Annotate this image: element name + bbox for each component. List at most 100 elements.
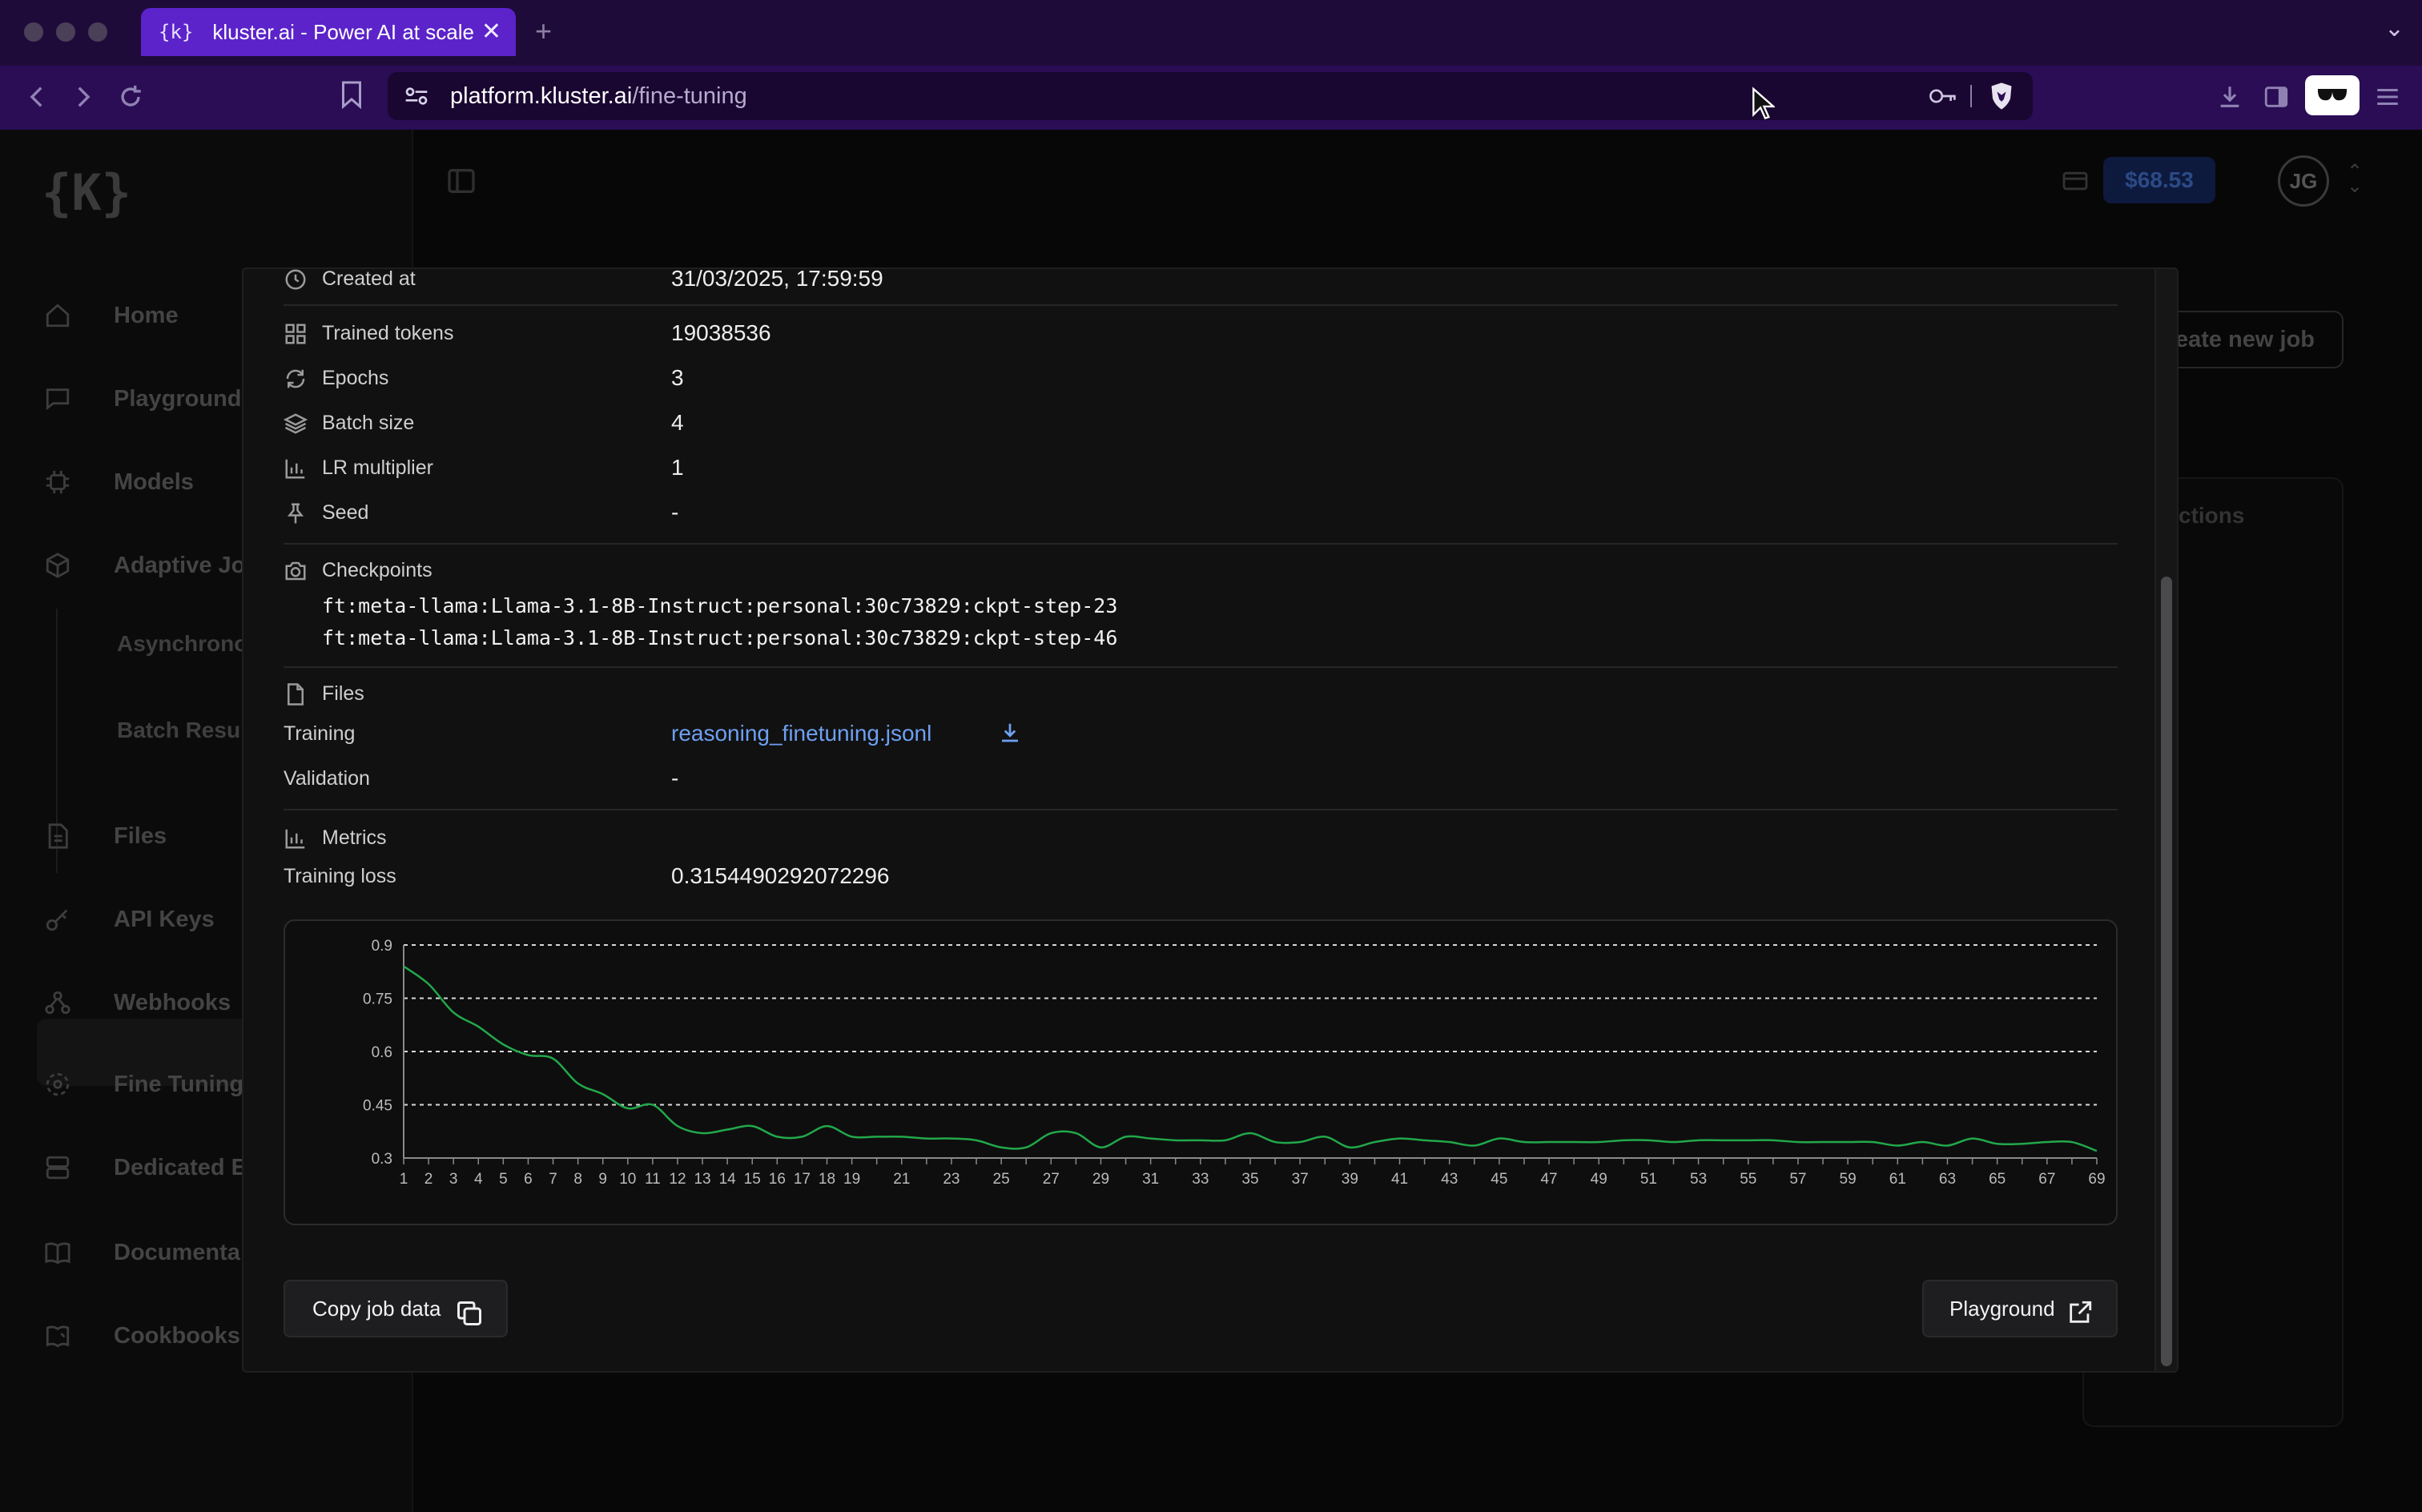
checkpoints-label: Checkpoints	[322, 559, 432, 581]
sidebar-subitem-asynchronous[interactable]: Asynchrono	[117, 631, 247, 657]
bar-chart-icon	[285, 459, 305, 479]
modal-scrollbar-thumb[interactable]	[2161, 577, 2172, 1366]
tab-close-icon[interactable]: ✕	[481, 18, 501, 46]
sidebar-item-adaptive-jobs[interactable]: Adaptive Jo	[40, 533, 245, 597]
sidebar-item-documentation[interactable]: Documenta	[40, 1220, 240, 1285]
sidebar-item-files[interactable]: Files	[40, 804, 167, 868]
x-tick-label: 15	[744, 1171, 761, 1188]
x-tick-label: 51	[1640, 1171, 1657, 1188]
book-icon	[45, 1242, 70, 1265]
divider	[284, 543, 2118, 545]
x-tick-label: 69	[2088, 1171, 2105, 1188]
trained-tokens-value: 19038536	[671, 320, 771, 345]
browser-tab-bar: {k} kluster.ai - Power AI at scale ✕ + ⌄	[0, 0, 2422, 66]
url-path: /fine-tuning	[632, 83, 747, 109]
validation-value: -	[671, 766, 679, 790]
copy-job-data-button[interactable]: Copy job data	[284, 1280, 508, 1337]
camera-icon	[285, 561, 306, 581]
forward-arrow-icon[interactable]	[69, 83, 96, 111]
sidebar-item-cookbooks[interactable]: Cookbooks	[40, 1304, 240, 1368]
sidebar-subitem-batch-results[interactable]: Batch Resul	[117, 718, 247, 743]
chevron-up-down-icon[interactable]: ⌃ ⌄	[2347, 163, 2363, 196]
kluster-logo[interactable]: {K}	[42, 163, 131, 222]
file-icon	[288, 683, 304, 706]
chat-icon	[46, 388, 70, 411]
tab-search-chevron-icon[interactable]: ⌄	[2384, 14, 2404, 42]
webhook-icon	[45, 991, 70, 1015]
window-close-button[interactable]	[24, 22, 43, 42]
new-tab-button[interactable]: +	[535, 14, 552, 48]
trained-tokens-row: Trained tokens 19038536	[284, 314, 2118, 354]
url-text[interactable]: platform.kluster.ai/fine-tuning	[450, 83, 747, 110]
epochs-label: Epochs	[322, 367, 389, 389]
sidebar-item-dedicated-endpoints[interactable]: Dedicated E	[40, 1136, 247, 1200]
created-at-row: Created at 31/03/2025, 17:59:59	[284, 267, 2118, 300]
validation-label: Validation	[284, 767, 370, 790]
cube-icon	[46, 553, 70, 578]
panel-toggle-icon[interactable]	[445, 165, 477, 197]
sidebar-item-label: API Keys	[114, 906, 215, 932]
pin-icon	[287, 503, 304, 524]
url-divider	[1970, 85, 1972, 107]
avatar[interactable]: JG	[2278, 155, 2329, 207]
x-tick-label: 67	[2038, 1171, 2055, 1188]
site-settings-icon[interactable]	[404, 85, 429, 107]
x-tick-label: 27	[1043, 1171, 1060, 1188]
refresh-icon	[286, 369, 305, 388]
leo-ai-button[interactable]	[2305, 75, 2360, 115]
brave-shield-icon[interactable]	[1988, 82, 2015, 111]
y-tick-label: 0.45	[363, 1098, 392, 1115]
metrics-header: Metrics	[284, 818, 2118, 859]
sidebar-item-playground[interactable]: Playground	[40, 367, 242, 431]
sidebar-item-api-keys[interactable]: API Keys	[40, 887, 215, 951]
downloads-icon[interactable]	[2215, 83, 2244, 111]
window-minimize-button[interactable]	[56, 22, 75, 42]
credit-balance[interactable]: $68.53	[2103, 157, 2215, 203]
trained-tokens-label: Trained tokens	[322, 322, 454, 344]
copy-icon	[457, 1301, 481, 1325]
x-tick-label: 41	[1391, 1171, 1408, 1188]
key-icon	[46, 909, 68, 931]
playground-button[interactable]: Playground	[1922, 1280, 2118, 1337]
bookmark-icon[interactable]	[340, 80, 364, 109]
metrics-label: Metrics	[322, 826, 387, 849]
batch-size-row: Batch size 4	[284, 404, 2118, 444]
training-file-link[interactable]: reasoning_finetuning.jsonl	[671, 721, 931, 746]
mouse-cursor-icon	[1752, 86, 1775, 120]
x-tick-label: 45	[1491, 1171, 1507, 1188]
server-icon	[46, 1156, 70, 1180]
sidebar-toggle-icon[interactable]	[2262, 83, 2291, 111]
sidebar-item-label: Playground	[114, 385, 242, 412]
created-at-value: 31/03/2025, 17:59:59	[671, 267, 883, 291]
checkpoint-item[interactable]: ft:meta-llama:Llama-3.1-8B-Instruct:pers…	[322, 594, 1117, 617]
password-key-icon[interactable]	[1929, 86, 1957, 106]
checkpoint-item[interactable]: ft:meta-llama:Llama-3.1-8B-Instruct:pers…	[322, 626, 1117, 649]
reload-icon[interactable]	[117, 83, 144, 111]
external-link-icon	[2070, 1301, 2092, 1323]
browser-tab[interactable]: {k} kluster.ai - Power AI at scale ✕	[141, 8, 516, 56]
x-tick-label: 11	[645, 1171, 661, 1188]
x-tick-label: 5	[499, 1171, 508, 1188]
lr-multiplier-value: 1	[671, 455, 684, 480]
sidebar-item-home[interactable]: Home	[40, 284, 179, 348]
x-tick-label: 65	[1989, 1171, 2006, 1188]
training-label: Training	[284, 722, 356, 745]
validation-file-row: Validation -	[284, 759, 2118, 799]
address-bar[interactable]: platform.kluster.ai/fine-tuning	[388, 72, 2033, 120]
x-tick-label: 7	[549, 1171, 557, 1188]
files-header: Files	[284, 674, 2118, 714]
sidebar-item-label: Adaptive Jo	[114, 552, 246, 578]
sidebar-item-models[interactable]: Models	[40, 450, 194, 514]
epochs-value: 3	[671, 365, 684, 390]
download-icon[interactable]	[998, 721, 1022, 745]
hamburger-menu-icon[interactable]	[2372, 83, 2403, 111]
x-tick-label: 25	[993, 1171, 1010, 1188]
x-tick-label: 63	[1939, 1171, 1956, 1188]
training-loss-series-line	[403, 965, 2098, 1152]
sidebar-item-fine-tuning[interactable]: Fine Tuning	[40, 1052, 243, 1116]
window-zoom-button[interactable]	[88, 22, 107, 42]
divider	[284, 666, 2118, 668]
training-loss-value: 0.3154490292072296	[671, 863, 890, 888]
sidebar-item-webhooks[interactable]: Webhooks	[40, 971, 231, 1035]
back-arrow-icon[interactable]	[24, 83, 51, 111]
